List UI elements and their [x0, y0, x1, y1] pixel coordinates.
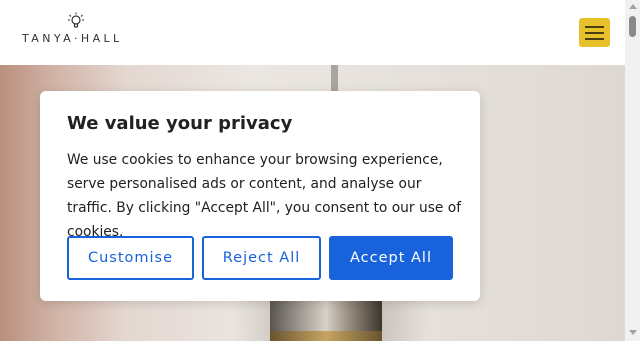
site-header: TANYA·HALL: [0, 0, 625, 65]
cookie-title: We value your privacy: [67, 113, 293, 134]
customise-button[interactable]: Customise: [67, 236, 194, 280]
site-logo[interactable]: TANYA·HALL: [22, 12, 132, 48]
cookie-consent-dialog: We value your privacy We use cookies to …: [40, 91, 480, 301]
page: TANYA·HALL We value your privacy We use …: [0, 0, 625, 341]
lightbulb-icon: [68, 12, 84, 28]
hero-vase-band: [270, 331, 382, 341]
cookie-message: We use cookies to enhance your browsing …: [67, 152, 462, 240]
logo-wordmark: TANYA·HALL: [22, 32, 123, 45]
reject-all-button[interactable]: Reject All: [202, 236, 321, 280]
accept-all-button[interactable]: Accept All: [329, 236, 453, 280]
menu-button[interactable]: [579, 18, 610, 47]
scroll-thumb[interactable]: [629, 16, 636, 37]
page-scrollbar[interactable]: [625, 0, 640, 341]
scroll-up-arrow-icon[interactable]: [629, 4, 637, 9]
scroll-down-arrow-icon[interactable]: [629, 330, 637, 335]
